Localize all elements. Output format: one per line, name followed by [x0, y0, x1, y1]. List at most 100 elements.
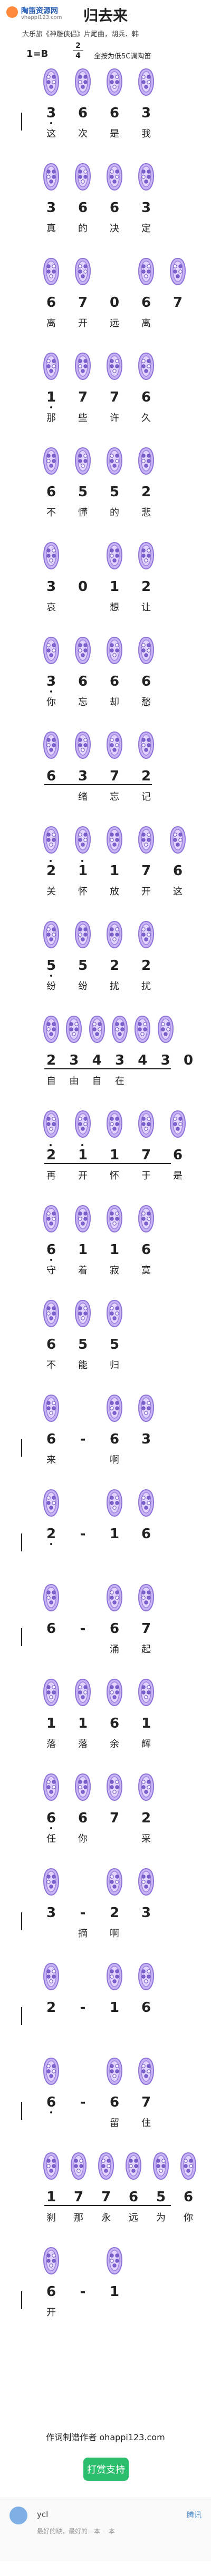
ocarina-fingering-icon: [42, 162, 60, 192]
lyric-text: 这: [46, 128, 56, 139]
note-row: 3 6 6 6: [0, 674, 211, 689]
note-text: 6: [172, 1147, 183, 1163]
note-text: 6: [46, 295, 56, 310]
ocarina-fingering-icon: [106, 730, 123, 760]
note-text: 7: [141, 2094, 151, 2110]
note-row: 6 5 5: [0, 1337, 211, 1352]
ocarina-fingering-icon: [111, 1015, 129, 1044]
lyric-text: 次: [78, 128, 88, 139]
ocarina-fingering-icon: [42, 1583, 60, 1612]
note-text: 7: [78, 295, 88, 310]
note-text: -: [80, 2094, 86, 2110]
ocarina-fingering-icon: [124, 2151, 142, 2181]
note-text: 2: [46, 1147, 56, 1163]
note-text: 1: [109, 2000, 120, 2016]
score-phrase: 6-67涌起: [0, 1583, 211, 1662]
fingering-row: [0, 825, 211, 860]
octave-dot: [50, 860, 52, 862]
note-text: 6: [109, 200, 120, 216]
note-text: 1: [46, 1716, 56, 1731]
note-text: 2: [109, 1905, 120, 1921]
note-row: 6 - 6 7: [0, 1621, 211, 1637]
ocarina-fingering-icon: [179, 2151, 197, 2181]
ocarina-fingering-icon: [106, 1583, 123, 1612]
lyric-text: 许: [110, 413, 119, 424]
comment-user[interactable]: ycl: [37, 2510, 48, 2519]
note-text: 6: [46, 1242, 56, 1258]
lyric-row: 哀想让: [0, 600, 211, 613]
octave-dot: [50, 1144, 52, 1146]
ocarina-fingering-icon: [42, 636, 60, 665]
fingering-row: [0, 2057, 211, 2091]
score-phrase: 5 5 2 2 纷 纷 扰 扰: [0, 920, 211, 999]
song-subtitle: 大乐旅《神雕侠侣》片尾曲，胡兵、韩: [22, 31, 139, 38]
time-signature: 2 4: [73, 42, 83, 59]
note-row: 2 - 1 6: [0, 1526, 211, 1542]
lyric-text: 愁: [141, 697, 151, 708]
lyric-text: 采: [141, 1833, 151, 1845]
ocarina-fingering-icon: [42, 1109, 60, 1139]
lyric-row: [0, 1547, 211, 1558]
ocarina-fingering-icon: [65, 1015, 83, 1044]
ocarina-fingering-icon: [106, 67, 123, 97]
lyric-text: 永: [101, 2212, 111, 2223]
ocarina-fingering-icon: [42, 2057, 60, 2086]
lyric-text: 归: [110, 1360, 119, 1371]
support-button[interactable]: 打赏支持: [83, 2458, 129, 2481]
fingering-row: [0, 162, 211, 197]
lyric-text: 开: [78, 318, 88, 329]
fingering-row: [0, 67, 211, 102]
fingering-row: [0, 2246, 211, 2281]
note-row: 1 7 7 6 5 6: [0, 2189, 211, 2205]
note-row: 1776: [0, 389, 211, 405]
note-text: 2: [141, 768, 151, 784]
ocarina-fingering-icon: [74, 920, 92, 949]
lyric-text: 离: [46, 318, 56, 329]
octave-dot: [50, 122, 52, 124]
note-text: 3: [46, 674, 56, 689]
octave-dot: [50, 690, 52, 693]
avatar[interactable]: [9, 2507, 27, 2524]
lyric-text: 关: [46, 886, 56, 897]
ocarina-fingering-icon: [106, 1109, 123, 1139]
ocarina-fingering-icon: [74, 730, 92, 760]
octave-dot: [50, 1259, 52, 1261]
lyric-text: 落: [78, 1739, 88, 1750]
score-phrase: 2 - 1 6: [0, 1488, 211, 1567]
score-phrase: 6 3 7 2 绪 忘 记: [0, 730, 211, 809]
score-phrase: 6 5 5 2 不 懂 的 悲: [0, 446, 211, 525]
note-text: 6: [46, 1621, 56, 1637]
comment-action-link[interactable]: 腾讯: [187, 2510, 202, 2520]
ocarina-fingering-icon: [137, 636, 155, 665]
lyric-row: 那些许久: [0, 410, 211, 424]
fingering-row: [0, 1299, 211, 1334]
ocarina-fingering-icon: [106, 162, 123, 192]
ocarina-fingering-icon: [137, 541, 155, 570]
note-row: 2 1 1 7 6: [0, 863, 211, 879]
lyric-row: 绪忘记: [0, 789, 211, 803]
note-text: 6: [109, 2094, 120, 2110]
ocarina-fingering-icon: [42, 2151, 60, 2181]
lyric-row: 不能归: [0, 1358, 211, 1371]
lyric-text: 些: [78, 413, 88, 424]
lyric-row: 不懂的悲: [0, 505, 211, 518]
score-phrase: 2343430自由自在: [0, 1015, 211, 1094]
ocarina-fingering-icon: [106, 352, 123, 381]
ocarina-fingering-icon: [137, 1772, 155, 1802]
ocarina-fingering-icon: [74, 446, 92, 476]
fingering-row: [0, 920, 211, 955]
lyric-text: 远: [110, 318, 119, 329]
lyric-text: 绪: [78, 791, 88, 803]
note-text: 6: [78, 1810, 88, 1826]
ocarina-fingering-icon: [42, 2246, 60, 2276]
ocarina-fingering-icon: [74, 162, 92, 192]
note-text: 1: [109, 579, 120, 595]
note-row: 6 - 6 7: [0, 2094, 211, 2110]
score-phrase: 6 1 1 6 守 着 寂 寞: [0, 1204, 211, 1283]
note-text: 3: [114, 1053, 125, 1068]
lyric-row: 守着寂寞: [0, 1263, 211, 1276]
lyric-text: 寂: [110, 1265, 119, 1276]
note-text: 5: [78, 958, 88, 974]
note-text: 1: [78, 1716, 88, 1731]
ocarina-fingering-icon: [74, 1678, 92, 1707]
